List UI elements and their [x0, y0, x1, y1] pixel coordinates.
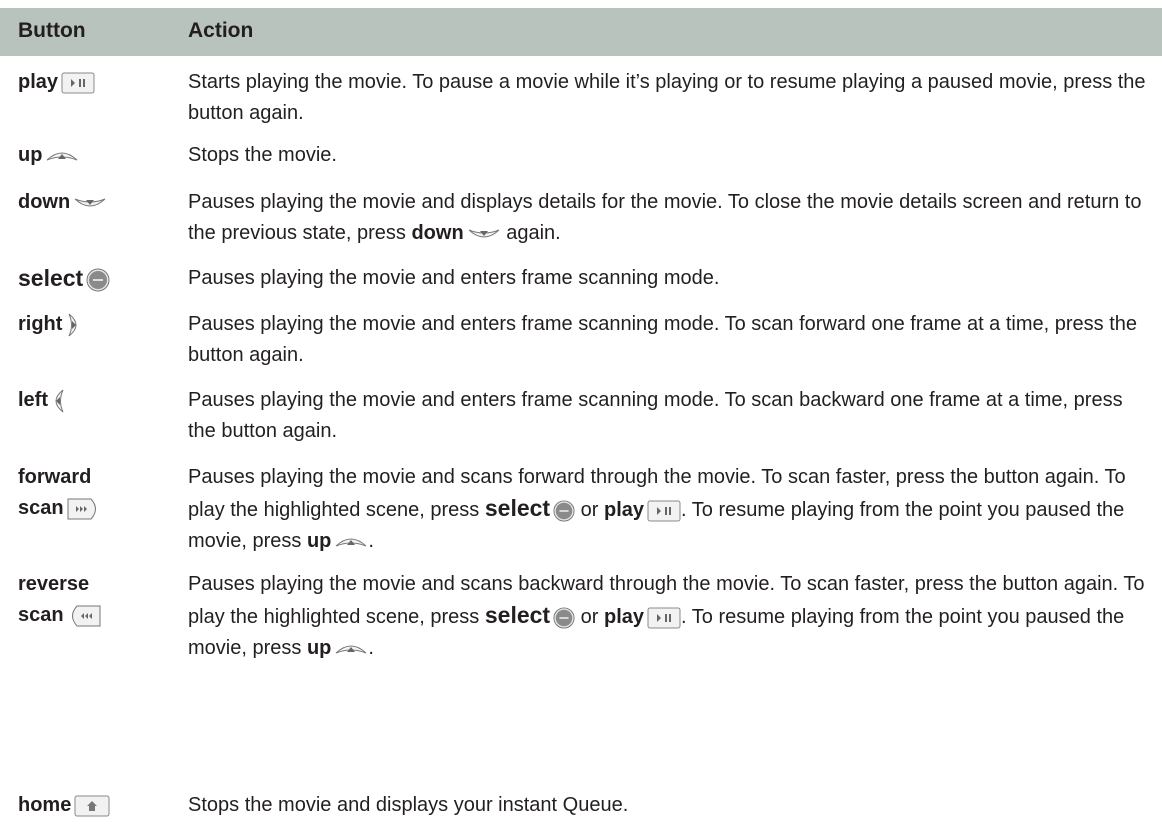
- inline-button-name: down: [411, 222, 464, 244]
- play-pause-icon: [647, 500, 681, 522]
- button-name: down: [18, 191, 71, 213]
- button-name: left: [18, 389, 48, 411]
- action-text: Pauses playing the movie and displays de…: [188, 191, 1142, 244]
- header-button: Button: [18, 19, 86, 42]
- button-cell: up: [18, 140, 79, 171]
- button-name: reverse: [18, 573, 90, 595]
- table-header: Button Action: [0, 8, 1162, 56]
- action-text: Stops the movie and displays your instan…: [188, 794, 629, 816]
- right-arrow-icon: [65, 312, 81, 338]
- inline-button-name: play: [603, 499, 645, 521]
- action-text: Pauses playing the movie and enters fram…: [188, 267, 720, 289]
- button-cell: reverse scan: [18, 569, 101, 631]
- button-cell: home: [18, 790, 110, 821]
- action-text: Pauses playing the movie and scans backw…: [188, 573, 1145, 659]
- down-arrow-icon: [467, 226, 501, 242]
- inline-button-name: up: [306, 637, 332, 659]
- select-icon: [553, 607, 575, 629]
- action-text: Pauses playing the movie and enters fram…: [188, 313, 1138, 366]
- button-cell: forward scan: [18, 462, 101, 524]
- button-name: forward: [18, 466, 92, 488]
- play-pause-icon: [647, 607, 681, 629]
- button-name: right: [18, 313, 63, 335]
- action-text: Stops the movie.: [188, 144, 337, 166]
- action-text: Starts playing the movie. To pause a mov…: [188, 71, 1146, 124]
- forward-scan-icon: [67, 497, 101, 521]
- action-text: Pauses playing the movie and enters fram…: [188, 389, 1123, 442]
- button-name-line2: scan: [18, 604, 64, 626]
- inline-button-name: select: [484, 602, 551, 628]
- play-pause-icon: [61, 72, 95, 94]
- inline-button-name: select: [484, 495, 551, 521]
- inline-button-name: up: [306, 530, 332, 552]
- button-name: up: [18, 144, 43, 166]
- reverse-scan-icon: [67, 604, 101, 628]
- button-name: home: [18, 794, 72, 816]
- button-cell: down: [18, 187, 107, 218]
- button-cell: right: [18, 309, 81, 340]
- left-arrow-icon: [51, 388, 67, 414]
- button-cell: select: [18, 263, 110, 294]
- header-action: Action: [188, 19, 254, 42]
- up-arrow-icon: [45, 148, 79, 164]
- down-arrow-icon: [73, 195, 107, 211]
- button-name: play: [18, 71, 59, 93]
- select-icon: [86, 268, 110, 292]
- button-cell: left: [18, 385, 67, 416]
- up-arrow-icon: [334, 534, 368, 550]
- up-arrow-icon: [334, 641, 368, 657]
- button-name: select: [18, 265, 84, 291]
- select-icon: [553, 500, 575, 522]
- button-cell: play: [18, 67, 95, 98]
- action-text: Pauses playing the movie and scans forwa…: [188, 466, 1126, 552]
- button-name-line2: scan: [18, 497, 64, 519]
- inline-button-name: play: [603, 606, 645, 628]
- home-icon: [74, 795, 110, 817]
